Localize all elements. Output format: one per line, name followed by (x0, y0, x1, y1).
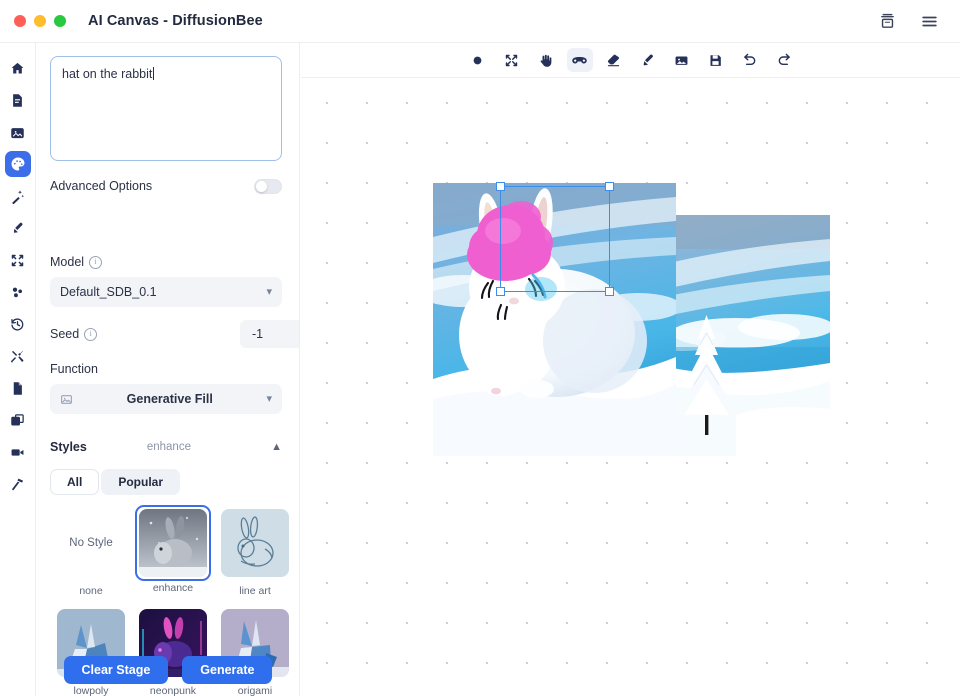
sidebar-item-build[interactable] (5, 471, 31, 497)
style-thumb-wrap: No Style (53, 505, 129, 581)
eraser-icon[interactable] (601, 48, 627, 72)
style-thumb-wrap (135, 505, 211, 581)
maximize-button[interactable] (54, 15, 66, 27)
save-icon[interactable] (703, 48, 729, 72)
function-value: Generative Fill (126, 392, 213, 406)
model-label: Model (50, 255, 85, 269)
style-caption: line art (239, 585, 271, 597)
prompt-text: hat on the rabbit (62, 67, 153, 81)
sidebar-item-magic-wand[interactable] (5, 183, 31, 209)
icon-rail (0, 43, 36, 696)
sidebar-item-duplicate[interactable] (5, 407, 31, 433)
sidebar-item-video[interactable] (5, 439, 31, 465)
seed-label-row: Seed i (50, 327, 98, 341)
seed-input[interactable] (240, 320, 299, 348)
sidebar-item-history[interactable] (5, 311, 31, 337)
image-icon (60, 393, 73, 406)
style-thumbnail-lineart (221, 509, 289, 577)
model-info-icon[interactable]: i (89, 255, 103, 269)
styles-title: Styles (50, 440, 87, 454)
sidebar-item-expand[interactable] (5, 247, 31, 273)
style-caption: lowpoly (73, 685, 109, 696)
style-title-none: No Style (69, 537, 113, 549)
sidebar-item-models[interactable] (5, 279, 31, 305)
style-thumb-wrap (217, 505, 293, 581)
paint-brush-icon[interactable] (635, 48, 661, 72)
hamburger-menu-icon[interactable] (918, 10, 940, 32)
advanced-options-row: Advanced Options (50, 175, 282, 197)
sidebar-item-brush[interactable] (5, 215, 31, 241)
canvas-stage[interactable] (301, 78, 960, 696)
app-window: AI Canvas - DiffusionBee hat on the rabb… (0, 0, 960, 696)
styles-tabs: All Popular (50, 469, 181, 495)
style-caption: none (79, 585, 103, 597)
sidebar-item-image[interactable] (5, 119, 31, 145)
style-thumbnail-enhance (139, 509, 207, 577)
model-select[interactable]: Default_SDB_0.1 ▾ (50, 277, 282, 307)
panel-actions: Clear Stage Generate (36, 656, 299, 684)
toggle-knob (256, 180, 267, 192)
canvas-toolbar (301, 43, 960, 78)
minimize-button[interactable] (34, 15, 46, 27)
function-label-row: Function (50, 362, 98, 376)
title-bar-actions (876, 10, 940, 32)
undo-icon[interactable] (737, 48, 763, 72)
seed-info-icon[interactable]: i (84, 327, 98, 341)
function-select[interactable]: Generative Fill ▾ (50, 384, 282, 414)
selection-box[interactable] (496, 182, 614, 296)
brush-size-dot-icon[interactable] (465, 48, 491, 72)
tab-popular[interactable]: Popular (101, 469, 181, 495)
sidebar-item-home[interactable] (5, 55, 31, 81)
sidebar-item-ai-canvas[interactable] (4, 151, 31, 177)
text-caret (153, 67, 155, 80)
advanced-options-toggle[interactable] (254, 178, 282, 194)
style-item-enhance[interactable]: enhance (132, 505, 214, 597)
style-caption: origami (237, 685, 273, 696)
sidebar-item-documents[interactable] (5, 375, 31, 401)
model-label-row: Model i (50, 255, 103, 269)
generate-button[interactable]: Generate (182, 656, 273, 684)
title-bar: AI Canvas - DiffusionBee (0, 0, 960, 43)
clear-stage-button[interactable]: Clear Stage (63, 656, 169, 684)
chevron-up-icon[interactable]: ▲ (271, 441, 282, 453)
style-caption: enhance (152, 582, 194, 594)
model-value: Default_SDB_0.1 (60, 285, 157, 299)
prompt-input[interactable]: hat on the rabbit (50, 56, 282, 161)
hand-pan-icon[interactable] (533, 48, 559, 72)
chevron-down-icon: ▾ (266, 392, 272, 405)
styles-header: Styles enhance ▲ (50, 436, 282, 458)
tab-all[interactable]: All (50, 469, 100, 495)
resize-handle-bottom-right[interactable] (605, 287, 614, 296)
style-item-none[interactable]: No Style none (50, 505, 132, 597)
settings-panel: hat on the rabbit Advanced Options Model… (36, 43, 300, 696)
redo-icon[interactable] (771, 48, 797, 72)
advanced-options-label: Advanced Options (50, 179, 153, 193)
seed-label: Seed (50, 327, 80, 341)
styles-selected-value: enhance (146, 441, 191, 453)
style-item-line-art[interactable]: line art (214, 505, 296, 597)
sidebar-item-text-file[interactable] (5, 87, 31, 113)
layers-panel-icon[interactable] (876, 10, 898, 32)
traffic-lights (14, 15, 66, 27)
move-icon[interactable] (499, 48, 525, 72)
function-label: Function (50, 362, 98, 376)
resize-handle-top-right[interactable] (605, 182, 614, 191)
mask-icon[interactable] (566, 48, 593, 72)
resize-handle-top-left[interactable] (496, 182, 505, 191)
resize-handle-bottom-left[interactable] (496, 287, 505, 296)
style-caption: neonpunk (149, 685, 197, 696)
chevron-down-icon: ▾ (266, 285, 272, 298)
close-button[interactable] (14, 15, 26, 27)
sidebar-item-tools[interactable] (5, 343, 31, 369)
add-image-icon[interactable] (669, 48, 695, 72)
app-title: AI Canvas - DiffusionBee (88, 13, 263, 29)
